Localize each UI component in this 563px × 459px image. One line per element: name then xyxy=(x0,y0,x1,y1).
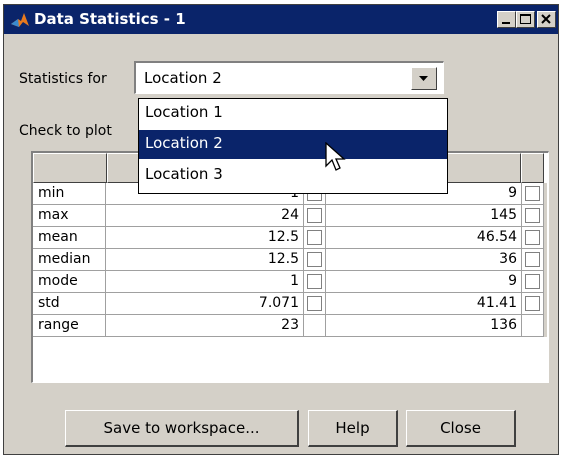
row-end-spacer xyxy=(544,183,547,205)
check-to-plot-label: Check to plot xyxy=(19,123,112,139)
row-end-spacer xyxy=(544,205,547,227)
row-label: mean xyxy=(33,227,106,249)
plot-checkbox-location-1[interactable] xyxy=(304,249,326,271)
table-row: mode 1 9 xyxy=(33,271,547,293)
row-label: min xyxy=(33,183,106,205)
checkbox-icon[interactable] xyxy=(525,296,540,311)
dropdown-option-location-2[interactable]: Location 2 xyxy=(139,130,447,159)
row-label: range xyxy=(33,315,106,337)
location-2-value: 36 xyxy=(326,249,522,271)
location-2-value: 136 xyxy=(326,315,522,337)
close-window-button[interactable] xyxy=(537,11,556,28)
chevron-down-icon[interactable] xyxy=(411,67,437,90)
save-to-workspace-button[interactable]: Save to workspace... xyxy=(65,410,299,447)
plot-checkbox-location-2[interactable] xyxy=(522,293,544,315)
location-1-value: 24 xyxy=(106,205,304,227)
plot-checkbox-location-2[interactable] xyxy=(522,205,544,227)
close-button[interactable]: Close xyxy=(406,410,516,447)
location-2-value: 145 xyxy=(326,205,522,227)
checkbox-icon[interactable] xyxy=(307,274,322,289)
checkbox-icon[interactable] xyxy=(525,252,540,267)
row-label: mode xyxy=(33,271,106,293)
row-end-spacer xyxy=(544,315,547,337)
statistics-for-label: Statistics for xyxy=(19,71,107,87)
minimize-button[interactable] xyxy=(497,11,516,28)
location-1-value: 12.5 xyxy=(106,227,304,249)
dropdown-option-location-1[interactable]: Location 1 xyxy=(139,99,447,128)
row-end-spacer xyxy=(544,293,547,315)
table-header-check-2[interactable] xyxy=(521,153,544,183)
plot-checkbox-location-2[interactable] xyxy=(522,271,544,293)
location-1-value: 1 xyxy=(106,271,304,293)
location-2-value: 46.54 xyxy=(326,227,522,249)
location-1-value: 12.5 xyxy=(106,249,304,271)
row-label: median xyxy=(33,249,106,271)
plot-checkbox-location-1[interactable] xyxy=(304,271,326,293)
checkbox-icon[interactable] xyxy=(307,252,322,267)
row-label: std xyxy=(33,293,106,315)
matlab-logo-icon xyxy=(10,11,30,29)
plot-checkbox-location-1 xyxy=(304,315,326,337)
checkbox-icon[interactable] xyxy=(307,296,322,311)
checkbox-icon[interactable] xyxy=(525,186,540,201)
plot-checkbox-location-2[interactable] xyxy=(522,227,544,249)
checkbox-icon[interactable] xyxy=(307,208,322,223)
location-select-value: Location 2 xyxy=(144,69,222,87)
row-end-spacer xyxy=(544,227,547,249)
maximize-button[interactable] xyxy=(516,11,535,28)
dropdown-option-location-3[interactable]: Location 3 xyxy=(139,161,447,190)
plot-checkbox-location-2 xyxy=(522,315,544,337)
mouse-pointer-icon xyxy=(325,141,349,180)
plot-checkbox-location-2[interactable] xyxy=(522,249,544,271)
checkbox-icon[interactable] xyxy=(307,230,322,245)
location-2-value: 9 xyxy=(326,271,522,293)
data-statistics-window: Data Statistics - 1 Statistics for Locat… xyxy=(3,4,559,455)
row-end-spacer xyxy=(544,249,547,271)
plot-checkbox-location-1[interactable] xyxy=(304,293,326,315)
table-row: mean 12.5 46.54 xyxy=(33,227,547,249)
checkbox-icon[interactable] xyxy=(525,274,540,289)
table-row: range 23 136 xyxy=(33,315,547,337)
table-row: std 7.071 41.41 xyxy=(33,293,547,315)
location-1-value: 23 xyxy=(106,315,304,337)
row-end-spacer xyxy=(544,271,547,293)
location-1-value: 7.071 xyxy=(106,293,304,315)
window-title: Data Statistics - 1 xyxy=(34,10,186,28)
title-bar[interactable]: Data Statistics - 1 xyxy=(4,5,558,34)
checkbox-icon[interactable] xyxy=(525,230,540,245)
plot-checkbox-location-1[interactable] xyxy=(304,205,326,227)
location-dropdown-list[interactable]: Location 1 Location 2 Location 3 xyxy=(138,98,448,194)
plot-checkbox-location-1[interactable] xyxy=(304,227,326,249)
plot-checkbox-location-2[interactable] xyxy=(522,183,544,205)
row-label: max xyxy=(33,205,106,227)
table-row: median 12.5 36 xyxy=(33,249,547,271)
table-row: max 24 145 xyxy=(33,205,547,227)
table-header-corner xyxy=(33,153,107,183)
location-select[interactable]: Location 2 xyxy=(134,61,444,94)
help-button[interactable]: Help xyxy=(308,410,398,447)
checkbox-icon[interactable] xyxy=(525,208,540,223)
location-2-value: 41.41 xyxy=(326,293,522,315)
